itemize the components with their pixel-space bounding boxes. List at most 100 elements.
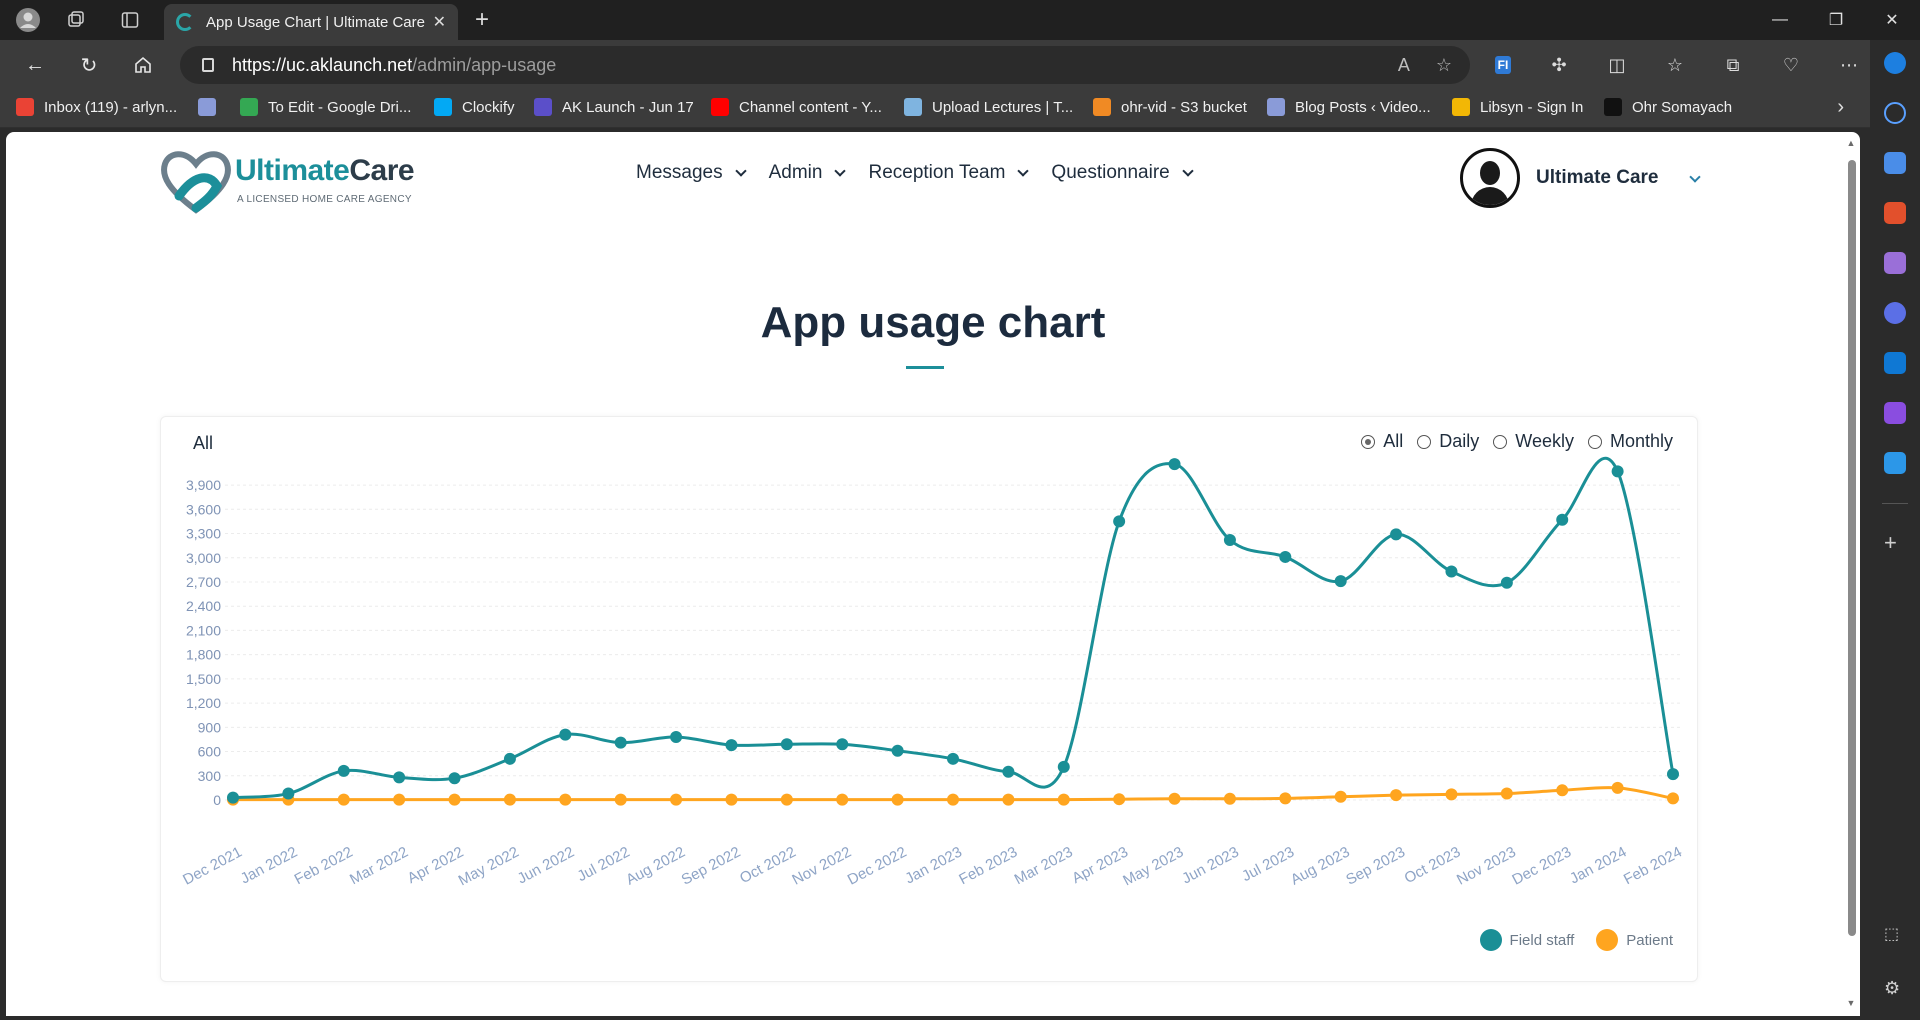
window-close-icon[interactable]: ✕	[1864, 0, 1920, 40]
user-menu[interactable]: Ultimate Care	[1460, 148, 1701, 208]
y-tick-label: 300	[198, 768, 222, 784]
bookmark-item[interactable]: Ohr Somayach	[1604, 98, 1732, 116]
bookmark-item[interactable]: ohr-vid - S3 bucket	[1093, 98, 1247, 116]
sidebar-divider	[1882, 503, 1908, 504]
x-tick-label: Sep 2022	[679, 844, 744, 889]
favorite-star-icon[interactable]: ☆	[1436, 55, 1452, 76]
data-point	[227, 791, 239, 804]
data-point	[725, 793, 738, 806]
active-tab[interactable]: App Usage Chart | Ultimate Care ✕	[164, 4, 458, 40]
read-aloud-icon[interactable]: A	[1398, 55, 1410, 76]
favorites-icon[interactable]: ☆	[1662, 52, 1688, 78]
bookmark-label: Clockify	[462, 98, 515, 116]
page-scrollbar[interactable]: ▲ ▼	[1846, 138, 1856, 1010]
bookmark-item[interactable]: Channel content - Y...	[711, 98, 882, 116]
site-logo[interactable]: UltimateCare A LICENSED HOME CARE AGENCY	[159, 146, 419, 216]
bookmark-item[interactable]: Inbox (119) - arlyn...	[16, 98, 177, 116]
x-tick-label: Jul 2022	[575, 844, 633, 886]
browser-essentials-icon[interactable]: ♡	[1778, 52, 1804, 78]
nav-questionnaire[interactable]: Questionnaire	[1051, 162, 1194, 184]
x-tick-label: Aug 2023	[1288, 844, 1353, 889]
data-point	[1667, 768, 1679, 781]
bookmark-label: To Edit - Google Dri...	[268, 98, 412, 116]
x-tick-label: Jan 2024	[1567, 844, 1629, 888]
bookmark-item[interactable]: Libsyn - Sign In	[1452, 98, 1583, 116]
home-icon[interactable]	[128, 50, 158, 80]
nav-messages[interactable]: Messages	[636, 162, 747, 184]
bookmark-item[interactable]: Clockify	[434, 98, 515, 116]
data-point	[1168, 792, 1181, 805]
bookmark-item[interactable]: AK Launch - Jun 17	[534, 98, 694, 116]
bookmark-label: AK Launch - Jun 17	[562, 98, 694, 116]
bookmarks-bar: Inbox (119) - arlyn... To Edit - Google D…	[0, 88, 1920, 128]
data-point	[1500, 576, 1513, 589]
lock-icon[interactable]	[202, 58, 214, 72]
data-point	[780, 738, 793, 751]
extensions-puzzle-icon[interactable]: ✣	[1546, 52, 1572, 78]
x-tick-label: Feb 2023	[956, 844, 1020, 889]
refresh-icon[interactable]: ↻	[74, 50, 104, 80]
bookmark-item[interactable]: Blog Posts ‹ Video...	[1267, 98, 1431, 116]
microsoft-365-icon[interactable]	[1884, 302, 1906, 324]
settings-more-icon[interactable]: ⋯	[1836, 52, 1862, 78]
split-screen-icon[interactable]: ◫	[1604, 52, 1630, 78]
add-sidebar-app-icon[interactable]: +	[1884, 530, 1897, 556]
profile-icon[interactable]	[14, 6, 42, 34]
chevron-down-icon	[1688, 171, 1701, 183]
restore-icon[interactable]: ❐	[1808, 0, 1864, 40]
legend-field-staff[interactable]: Field staff	[1479, 929, 1574, 951]
minimize-icon[interactable]: —	[1752, 0, 1808, 40]
heart-logo-icon	[161, 151, 231, 214]
outlook-icon[interactable]	[1884, 352, 1906, 374]
url-field[interactable]: https://uc.aklaunch.net/admin/app-usage …	[180, 46, 1470, 84]
close-tab-icon[interactable]: ✕	[433, 12, 446, 32]
workspaces-icon[interactable]	[62, 6, 90, 34]
data-point	[559, 728, 572, 741]
x-tick-label: Mar 2022	[347, 844, 411, 889]
games-icon[interactable]	[1884, 252, 1906, 274]
x-tick-label: Apr 2023	[1069, 844, 1131, 888]
data-point	[1334, 790, 1347, 803]
tab-bar: App Usage Chart | Ultimate Care ✕ + — ❐ …	[0, 0, 1920, 40]
more-bookmarks-icon[interactable]: ›	[1837, 96, 1844, 119]
data-point	[503, 793, 516, 806]
data-point	[1500, 787, 1513, 800]
y-tick-label: 600	[198, 744, 222, 760]
designer-icon[interactable]	[1884, 402, 1906, 424]
bookmark-item[interactable]: To Edit - Google Dri...	[240, 98, 411, 116]
title-underline	[906, 366, 944, 369]
y-tick-label: 1,500	[186, 671, 221, 687]
collections-icon[interactable]: ⧉	[1720, 52, 1746, 78]
data-point	[836, 793, 849, 806]
x-tick-label: Nov 2023	[1454, 844, 1519, 889]
shopping-tag-icon[interactable]	[1884, 152, 1906, 174]
bookmark-item[interactable]	[198, 98, 226, 116]
new-tab-icon[interactable]: +	[468, 6, 496, 34]
nav-reception-team[interactable]: Reception Team	[868, 162, 1030, 184]
data-point	[337, 793, 350, 806]
y-tick-label: 3,300	[186, 526, 221, 542]
tools-icon[interactable]	[1884, 202, 1906, 224]
data-point	[1390, 789, 1403, 802]
drop-icon[interactable]	[1884, 452, 1906, 474]
x-tick-label: Feb 2022	[292, 844, 356, 889]
bookmark-item[interactable]: Upload Lectures | T...	[904, 98, 1073, 116]
search-icon[interactable]	[1884, 102, 1906, 124]
vertical-tabs-icon[interactable]	[116, 6, 144, 34]
copilot-icon[interactable]	[1884, 52, 1906, 74]
bookmark-favicon-icon	[1452, 98, 1470, 116]
back-icon[interactable]: ←	[20, 50, 50, 80]
data-point	[1556, 513, 1569, 526]
legend-patient[interactable]: Patient	[1596, 929, 1673, 951]
address-bar: ← ↻ https://uc.aklaunch.net/admin/app-us…	[0, 40, 1920, 88]
screenshot-icon[interactable]: ⬚	[1884, 924, 1899, 944]
data-point	[1667, 792, 1679, 805]
bookmark-label: Upload Lectures | T...	[932, 98, 1074, 116]
sidebar-settings-icon[interactable]: ⚙	[1884, 978, 1900, 999]
data-point	[1168, 458, 1181, 471]
nav-admin[interactable]: Admin	[769, 162, 847, 184]
extension-fi-icon[interactable]: FI	[1490, 52, 1516, 78]
bookmark-favicon-icon	[16, 98, 34, 116]
data-point	[725, 739, 738, 752]
x-tick-label: Oct 2022	[737, 844, 799, 888]
